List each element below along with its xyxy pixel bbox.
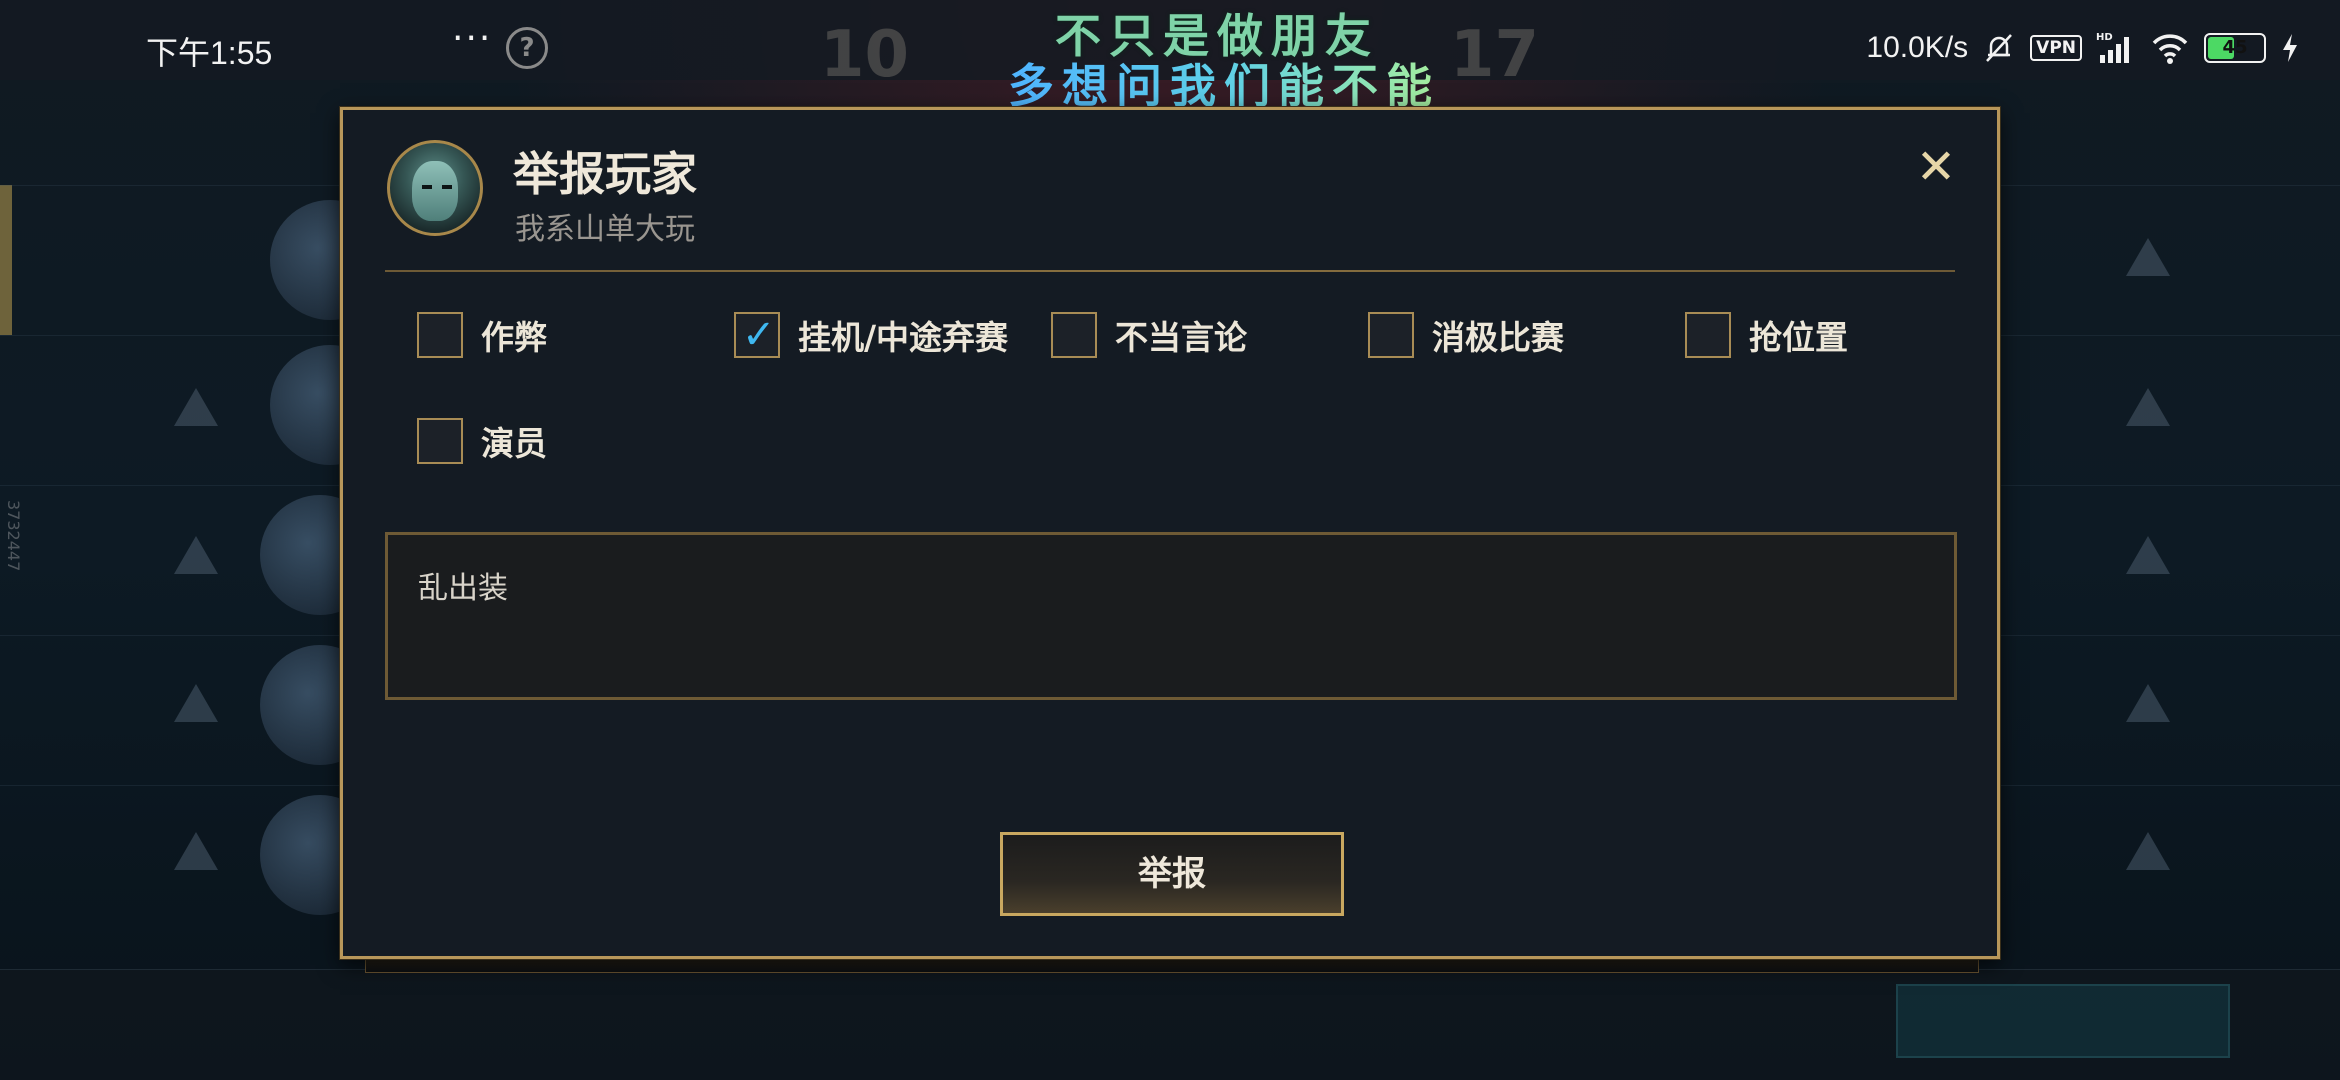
option-afk[interactable]: ✓ 挂机/中途弃赛 bbox=[734, 310, 1008, 360]
checkbox[interactable] bbox=[1685, 312, 1731, 358]
option-cheating[interactable]: 作弊 bbox=[417, 310, 547, 360]
help-icon[interactable]: ? bbox=[506, 27, 548, 69]
like-triangle-icon bbox=[2126, 832, 2170, 870]
mute-bell-icon bbox=[1986, 34, 2013, 62]
checkbox[interactable] bbox=[417, 418, 463, 464]
option-label: 抢位置 bbox=[1749, 318, 1848, 357]
status-time: 下午1:55 bbox=[146, 35, 273, 71]
checkbox[interactable] bbox=[1051, 312, 1097, 358]
like-triangle-icon bbox=[174, 388, 218, 426]
checkbox[interactable] bbox=[417, 312, 463, 358]
report-comment-field[interactable]: 乱出装 bbox=[385, 532, 1957, 700]
option-inappropriate-speech[interactable]: 不当言论 bbox=[1051, 310, 1247, 360]
report-player-dialog: 举报玩家 我系山单大玩 ✕ 作弊 ✓ 挂机/中途弃赛 不当言论 消极比赛 抢位置… bbox=[340, 107, 2000, 959]
like-triangle-icon bbox=[2126, 684, 2170, 722]
like-triangle-icon bbox=[2126, 388, 2170, 426]
more-icon[interactable]: ··· bbox=[452, 18, 492, 59]
like-triangle-icon bbox=[174, 536, 218, 574]
bg-action-button bbox=[1896, 984, 2230, 1058]
like-triangle-icon bbox=[2126, 238, 2170, 276]
option-position-steal[interactable]: 抢位置 bbox=[1685, 310, 1848, 360]
net-speed: 10.0K/s bbox=[1866, 31, 1969, 64]
option-actor[interactable]: 演员 bbox=[417, 416, 547, 466]
signal-icon: HD bbox=[2096, 32, 2129, 63]
report-submit-button[interactable]: 举报 bbox=[1000, 832, 1344, 916]
option-label: 作弊 bbox=[481, 318, 547, 357]
checkbox-checked[interactable]: ✓ bbox=[734, 312, 780, 358]
dialog-title: 举报玩家 bbox=[513, 147, 697, 201]
player-avatar bbox=[387, 140, 483, 236]
wifi-icon bbox=[2152, 34, 2188, 64]
divider bbox=[385, 270, 1955, 272]
charging-icon bbox=[2283, 34, 2297, 62]
option-label: 消极比赛 bbox=[1432, 318, 1564, 357]
battery-level: 45 bbox=[2222, 37, 2248, 58]
like-triangle-icon bbox=[174, 832, 218, 870]
option-label: 挂机/中途弃赛 bbox=[798, 318, 1009, 357]
dialog-bottom-edge bbox=[365, 958, 1979, 973]
vpn-icon: VPN bbox=[2030, 35, 2082, 61]
like-triangle-icon bbox=[174, 684, 218, 722]
like-triangle-icon bbox=[2126, 536, 2170, 574]
option-label: 不当言论 bbox=[1115, 318, 1247, 357]
battery-icon: 45 bbox=[2204, 33, 2266, 63]
option-label: 演员 bbox=[481, 424, 547, 463]
player-name: 我系山单大玩 bbox=[515, 212, 695, 247]
option-negative-play[interactable]: 消极比赛 bbox=[1368, 310, 1564, 360]
checkbox[interactable] bbox=[1368, 312, 1414, 358]
svg-text:HD: HD bbox=[2096, 32, 2113, 43]
close-icon[interactable]: ✕ bbox=[1913, 143, 1959, 191]
checkmark-icon: ✓ bbox=[742, 312, 776, 358]
